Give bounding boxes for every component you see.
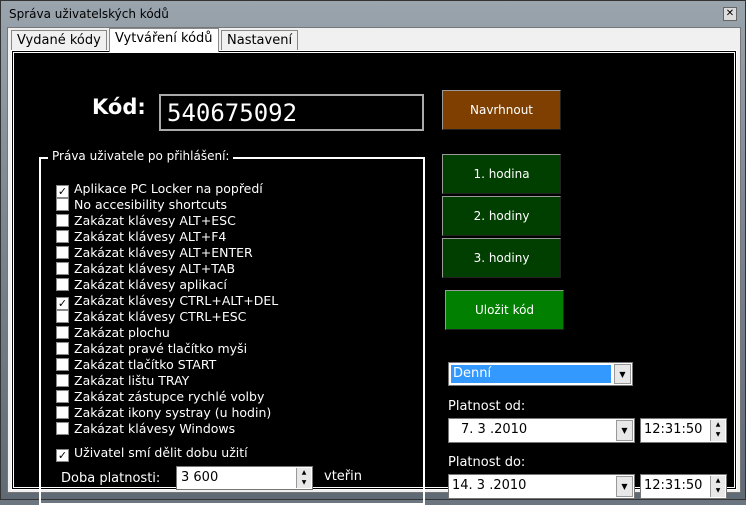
rights-checkbox[interactable]: Zakázat lištu TRAY	[56, 373, 189, 388]
rights-checkbox[interactable]: Zakázat klávesy ALT+TAB	[56, 261, 235, 276]
suggest-button[interactable]: Navrhnout	[442, 90, 561, 130]
rights-checkbox[interactable]: Zakázat tlačítko START	[56, 357, 216, 372]
valid-to-date[interactable]: 14. 3 .2010 ▼	[448, 474, 635, 499]
tab-panel: Kód: 540675092 Práva uživatele po přihlá…	[11, 50, 737, 505]
checkbox-icon	[56, 246, 69, 259]
checkbox-icon	[56, 278, 69, 291]
rights-checkbox-label: Zakázat klávesy aplikací	[74, 277, 227, 292]
rights-checkbox-label: Zakázat zástupce rychlé volby	[74, 389, 265, 404]
rights-checkbox-label: Zakázat klávesy ALT+TAB	[74, 261, 236, 276]
rights-checkbox[interactable]: Zakázat klávesy ALT+ENTER	[56, 245, 253, 260]
rights-checkbox-label: Aplikace PC Locker na popředí	[74, 181, 263, 196]
checkbox-icon	[56, 358, 69, 371]
rights-checkbox[interactable]: Zakázat pravé tlačítko myši	[56, 341, 247, 356]
chevron-down-icon[interactable]: ▼	[616, 476, 633, 497]
rights-checkbox-label: Zakázat klávesy ALT+ESC	[74, 213, 236, 228]
duration-unit: vteřin	[324, 469, 362, 484]
rights-checkbox-label: Zakázat lištu TRAY	[74, 373, 190, 388]
checkbox-icon	[56, 374, 69, 387]
share-checkbox[interactable]: ✓ Uživatel smí dělit dobu užití	[56, 445, 248, 462]
valid-from-label: Platnost od:	[448, 399, 526, 414]
valid-to-time-value: 12:31:50	[644, 478, 703, 493]
rights-checkbox-label: Zakázat klávesy CTRL+ALT+DEL	[74, 293, 279, 308]
period-select[interactable]: Denní ▼	[448, 362, 633, 386]
rights-checkbox[interactable]: Zakázat zástupce rychlé volby	[56, 389, 264, 404]
rights-checkbox-label: Zakázat klávesy ALT+F4	[74, 229, 227, 244]
valid-to-time[interactable]: 12:31:50 ▲ ▼	[640, 474, 727, 499]
rights-checkbox-label: Zakázat tlačítko START	[74, 357, 217, 372]
rights-checkbox[interactable]: Zakázat klávesy CTRL+ESC	[56, 309, 246, 324]
checkbox-icon	[56, 310, 69, 323]
valid-from-date[interactable]: 7. 3 .2010 ▼	[448, 418, 635, 443]
valid-from-time[interactable]: 12:31:50 ▲ ▼	[640, 418, 727, 443]
three-hours-button[interactable]: 3. hodiny	[442, 238, 561, 278]
rights-checkbox-label: Zakázat plochu	[74, 325, 170, 340]
checkbox-icon	[56, 326, 69, 339]
checkbox-icon	[56, 230, 69, 243]
rights-checkbox-label: Zakázat pravé tlačítko myši	[74, 341, 248, 356]
rights-checkbox[interactable]: Zakázat klávesy Windows	[56, 421, 235, 436]
one-hour-button[interactable]: 1. hodina	[442, 154, 561, 194]
checkbox-icon	[56, 390, 69, 403]
code-input[interactable]: 540675092	[159, 94, 424, 131]
checkbox-icon	[56, 342, 69, 355]
rights-checkbox-label: Zakázat klávesy CTRL+ESC	[74, 309, 247, 324]
rights-checkbox[interactable]: Zakázat plochu	[56, 325, 170, 340]
rights-checkbox[interactable]: ✓ Zakázat klávesy CTRL+ALT+DEL	[56, 293, 278, 310]
rights-checkbox-label: Zakázat klávesy ALT+ENTER	[74, 245, 253, 260]
rights-checkbox[interactable]: Zakázat klávesy ALT+F4	[56, 229, 226, 244]
rights-checkbox[interactable]: Zakázat klávesy ALT+ESC	[56, 213, 236, 228]
spin-arrows-icon[interactable]: ▲ ▼	[710, 420, 725, 441]
code-label: Kód:	[92, 95, 146, 119]
checkbox-icon	[56, 262, 69, 275]
share-label: Uživatel smí dělit dobu užití	[74, 445, 248, 460]
rights-checkbox[interactable]: Zakázat klávesy aplikací	[56, 277, 227, 292]
chevron-down-icon[interactable]: ▼	[616, 420, 633, 441]
checkbox-icon	[56, 406, 69, 419]
tab-nastaveni[interactable]: Nastavení	[221, 30, 299, 52]
checkbox-icon	[56, 198, 69, 211]
duration-spinner[interactable]: 3 600 ▲ ▼	[176, 466, 313, 490]
chevron-down-icon[interactable]: ▼	[614, 364, 631, 384]
window-title: Správa uživatelských kódů	[9, 7, 169, 21]
spin-arrows-icon[interactable]: ▲ ▼	[296, 468, 311, 488]
valid-from-time-value: 12:31:50	[644, 422, 703, 437]
window: Správa uživatelských kódů ✕ Vydané kódy …	[0, 0, 746, 505]
valid-from-date-value: 7. 3 .2010	[461, 422, 528, 437]
tab-control: Vydané kódy Vytváření kódů Nastavení Kód…	[7, 27, 741, 505]
tab-vytvareni-kodu[interactable]: Vytváření kódů	[109, 28, 219, 52]
rights-checkbox[interactable]: No accesibility shortcuts	[56, 197, 227, 212]
save-code-button[interactable]: Uložit kód	[445, 290, 564, 330]
valid-to-label: Platnost do:	[448, 455, 526, 470]
rights-checkbox-label: No accesibility shortcuts	[74, 197, 228, 212]
rights-group-title: Práva uživatele po přihlášení:	[48, 149, 234, 163]
spin-arrows-icon[interactable]: ▲ ▼	[710, 476, 725, 497]
valid-to-date-value: 14. 3 .2010	[452, 478, 527, 493]
rights-checkbox-label: Zakázat ikony systray (u hodin)	[74, 405, 272, 420]
period-selected: Denní	[451, 365, 611, 383]
two-hours-button[interactable]: 2. hodiny	[442, 196, 561, 236]
rights-checkbox[interactable]: Zakázat ikony systray (u hodin)	[56, 405, 271, 420]
duration-label: Doba platnosti:	[61, 471, 161, 486]
rights-checkbox-label: Zakázat klávesy Windows	[74, 421, 236, 436]
checkbox-icon: ✓	[56, 449, 69, 462]
tab-vydane-kody[interactable]: Vydané kódy	[11, 30, 107, 52]
checkbox-icon	[56, 422, 69, 435]
close-icon[interactable]: ✕	[723, 7, 737, 21]
duration-value: 3 600	[181, 470, 219, 485]
checkbox-icon	[56, 214, 69, 227]
rights-checkbox[interactable]: ✓ Aplikace PC Locker na popředí	[56, 181, 263, 198]
